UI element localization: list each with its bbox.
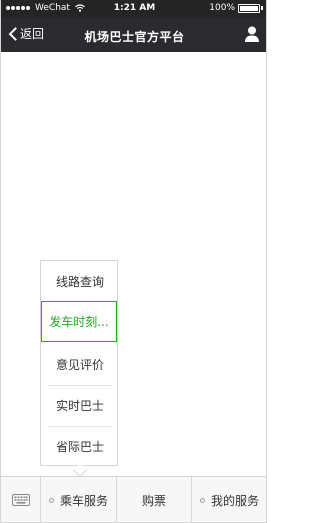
submenu-item-intercity-bus[interactable]: 省际巴士 [48, 426, 112, 466]
page-title: 机场巴士官方平台 [84, 30, 185, 44]
menu-tab-label: 我的服务 [210, 493, 259, 508]
submenu-indicator-icon [199, 497, 205, 503]
submenu-popup: 线路查询 发车时刻... 意见评价 实时巴士 省际巴士 [40, 260, 118, 466]
menu-tab-my-service[interactable]: 我的服务 [192, 477, 266, 522]
submenu-item-route-query[interactable]: 线路查询 [48, 261, 112, 301]
battery-tip [261, 6, 263, 10]
menu-tab-ride-service[interactable]: 乘车服务 [41, 477, 117, 522]
menu-tab-label: 购票 [141, 493, 166, 508]
status-bar: WeChat 1:21 AM 100% [1, 0, 266, 18]
battery-icon [238, 3, 260, 13]
menu-tab-buy-ticket[interactable]: 购票 [117, 477, 192, 522]
nav-bar: 返回 机场巴士官方平台 [1, 18, 266, 52]
user-icon[interactable] [244, 25, 260, 43]
submenu-item-realtime-bus[interactable]: 实时巴士 [48, 385, 112, 425]
submenu-item-feedback[interactable]: 意见评价 [48, 344, 112, 384]
submenu-item-departure-times[interactable]: 发车时刻... [41, 301, 117, 342]
keyboard-toggle-button[interactable] [1, 477, 41, 522]
keyboard-icon [11, 494, 30, 506]
status-right: 100% [209, 3, 263, 13]
menu-tab-label: 乘车服务 [59, 493, 108, 508]
phone-screen: WeChat 1:21 AM 100% 返回 机场巴士官方平台 线路查询 发车时… [0, 0, 267, 523]
bottom-menu-bar: 乘车服务 购票 我的服务 [1, 476, 266, 522]
battery-percent: 100% [209, 3, 235, 13]
submenu-indicator-icon [48, 497, 54, 503]
